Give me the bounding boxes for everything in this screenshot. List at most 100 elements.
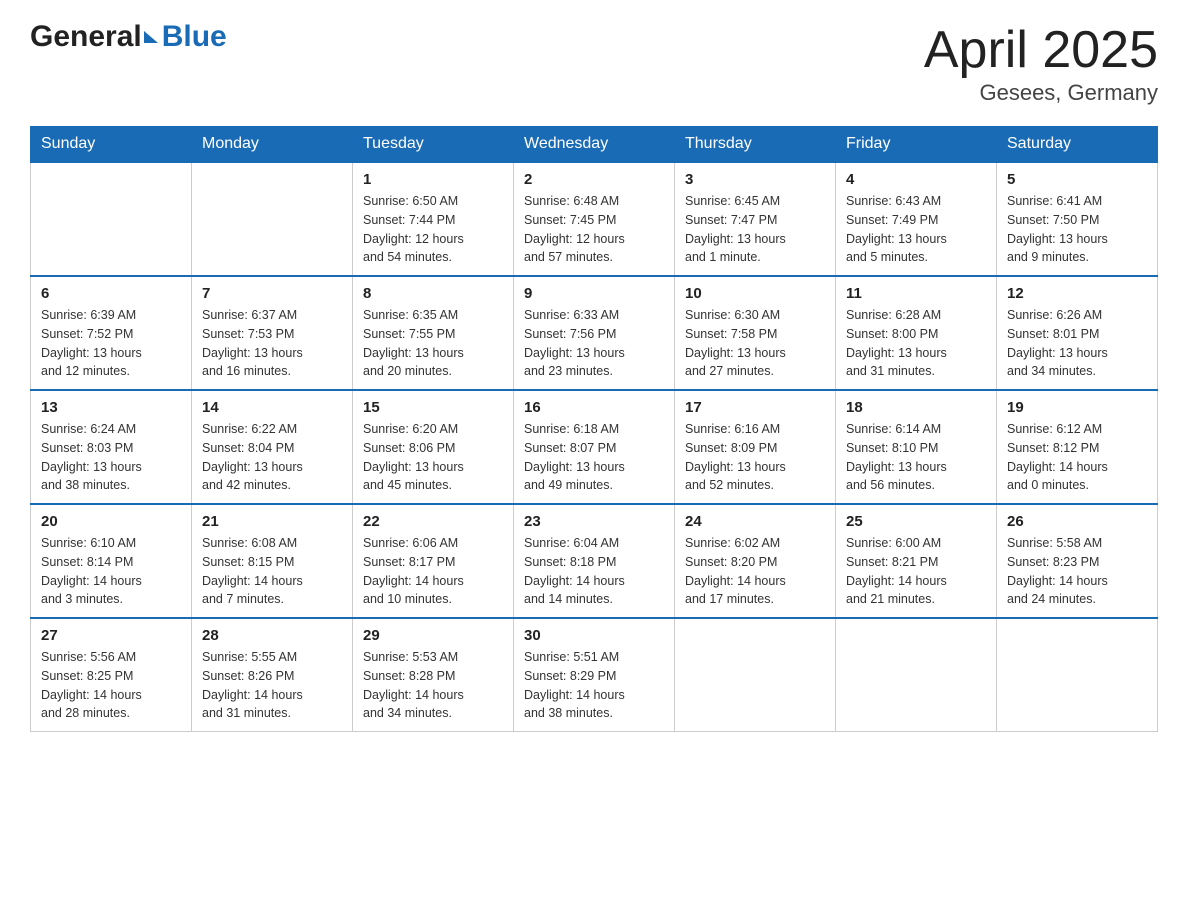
day-number: 22 — [363, 513, 503, 530]
day-number: 8 — [363, 285, 503, 302]
calendar-cell: 10 Sunrise: 6:30 AM Sunset: 7:58 PM Dayli… — [675, 276, 836, 390]
calendar-cell: 14 Sunrise: 6:22 AM Sunset: 8:04 PM Dayli… — [192, 390, 353, 504]
day-number: 1 — [363, 171, 503, 188]
day-info: Sunrise: 6:45 AM Sunset: 7:47 PM Dayligh… — [685, 192, 825, 267]
calendar-cell — [31, 162, 192, 276]
day-number: 13 — [41, 399, 181, 416]
calendar-subtitle: Gesees, Germany — [924, 80, 1158, 106]
day-number: 19 — [1007, 399, 1147, 416]
day-number: 28 — [202, 627, 342, 644]
page-header: General Blue April 2025 Gesees, Germany — [30, 20, 1158, 106]
calendar-cell: 11 Sunrise: 6:28 AM Sunset: 8:00 PM Dayli… — [836, 276, 997, 390]
calendar-cell: 29 Sunrise: 5:53 AM Sunset: 8:28 PM Dayli… — [353, 618, 514, 732]
logo-arrow-icon — [144, 31, 158, 43]
day-info: Sunrise: 6:14 AM Sunset: 8:10 PM Dayligh… — [846, 420, 986, 495]
day-header-sunday: Sunday — [31, 127, 192, 163]
day-number: 27 — [41, 627, 181, 644]
day-info: Sunrise: 6:35 AM Sunset: 7:55 PM Dayligh… — [363, 306, 503, 381]
calendar-week-row: 6Sunrise: 6:39 AM Sunset: 7:52 PM Daylig… — [31, 276, 1158, 390]
day-number: 9 — [524, 285, 664, 302]
day-number: 16 — [524, 399, 664, 416]
calendar-cell: 7 Sunrise: 6:37 AM Sunset: 7:53 PM Daylig… — [192, 276, 353, 390]
calendar-header-row: SundayMondayTuesdayWednesdayThursdayFrid… — [31, 127, 1158, 163]
day-info: Sunrise: 6:28 AM Sunset: 8:00 PM Dayligh… — [846, 306, 986, 381]
calendar-cell: 9 Sunrise: 6:33 AM Sunset: 7:56 PM Daylig… — [514, 276, 675, 390]
calendar-week-row: 27 Sunrise: 5:56 AM Sunset: 8:25 PM Dayli… — [31, 618, 1158, 732]
day-number: 18 — [846, 399, 986, 416]
day-number: 20 — [41, 513, 181, 530]
day-header-monday: Monday — [192, 127, 353, 163]
calendar-cell: 8 Sunrise: 6:35 AM Sunset: 7:55 PM Daylig… — [353, 276, 514, 390]
day-info: Sunrise: 5:58 AM Sunset: 8:23 PM Dayligh… — [1007, 534, 1147, 609]
calendar-cell: 23Sunrise: 6:04 AM Sunset: 8:18 PM Dayli… — [514, 504, 675, 618]
calendar-cell: 28Sunrise: 5:55 AM Sunset: 8:26 PM Dayli… — [192, 618, 353, 732]
day-header-tuesday: Tuesday — [353, 127, 514, 163]
day-number: 21 — [202, 513, 342, 530]
calendar-table: SundayMondayTuesdayWednesdayThursdayFrid… — [30, 126, 1158, 732]
day-info: Sunrise: 6:37 AM Sunset: 7:53 PM Dayligh… — [202, 306, 342, 381]
day-number: 4 — [846, 171, 986, 188]
calendar-cell — [997, 618, 1158, 732]
day-info: Sunrise: 6:22 AM Sunset: 8:04 PM Dayligh… — [202, 420, 342, 495]
day-number: 11 — [846, 285, 986, 302]
calendar-cell: 22 Sunrise: 6:06 AM Sunset: 8:17 PM Dayli… — [353, 504, 514, 618]
calendar-week-row: 1Sunrise: 6:50 AM Sunset: 7:44 PM Daylig… — [31, 162, 1158, 276]
day-number: 29 — [363, 627, 503, 644]
day-number: 17 — [685, 399, 825, 416]
title-area: April 2025 Gesees, Germany — [924, 20, 1158, 106]
day-number: 3 — [685, 171, 825, 188]
calendar-cell: 27 Sunrise: 5:56 AM Sunset: 8:25 PM Dayli… — [31, 618, 192, 732]
calendar-cell: 24 Sunrise: 6:02 AM Sunset: 8:20 PM Dayli… — [675, 504, 836, 618]
day-info: Sunrise: 6:12 AM Sunset: 8:12 PM Dayligh… — [1007, 420, 1147, 495]
day-info: Sunrise: 6:24 AM Sunset: 8:03 PM Dayligh… — [41, 420, 181, 495]
logo-blue-text: Blue — [162, 20, 227, 54]
day-info: Sunrise: 6:06 AM Sunset: 8:17 PM Dayligh… — [363, 534, 503, 609]
calendar-cell — [192, 162, 353, 276]
day-info: Sunrise: 6:00 AM Sunset: 8:21 PM Dayligh… — [846, 534, 986, 609]
calendar-cell: 15 Sunrise: 6:20 AM Sunset: 8:06 PM Dayli… — [353, 390, 514, 504]
logo-general-text: General — [30, 20, 142, 54]
day-number: 10 — [685, 285, 825, 302]
calendar-cell: 20 Sunrise: 6:10 AM Sunset: 8:14 PM Dayli… — [31, 504, 192, 618]
day-number: 30 — [524, 627, 664, 644]
calendar-cell — [836, 618, 997, 732]
calendar-cell: 5Sunrise: 6:41 AM Sunset: 7:50 PM Daylig… — [997, 162, 1158, 276]
day-number: 23 — [524, 513, 664, 530]
day-number: 15 — [363, 399, 503, 416]
day-number: 2 — [524, 171, 664, 188]
day-info: Sunrise: 6:26 AM Sunset: 8:01 PM Dayligh… — [1007, 306, 1147, 381]
calendar-cell: 3 Sunrise: 6:45 AM Sunset: 7:47 PM Daylig… — [675, 162, 836, 276]
day-number: 24 — [685, 513, 825, 530]
calendar-cell: 1Sunrise: 6:50 AM Sunset: 7:44 PM Daylig… — [353, 162, 514, 276]
calendar-cell: 17 Sunrise: 6:16 AM Sunset: 8:09 PM Dayli… — [675, 390, 836, 504]
day-info: Sunrise: 6:08 AM Sunset: 8:15 PM Dayligh… — [202, 534, 342, 609]
day-info: Sunrise: 5:51 AM Sunset: 8:29 PM Dayligh… — [524, 648, 664, 723]
calendar-cell: 26Sunrise: 5:58 AM Sunset: 8:23 PM Dayli… — [997, 504, 1158, 618]
day-info: Sunrise: 6:20 AM Sunset: 8:06 PM Dayligh… — [363, 420, 503, 495]
calendar-cell: 16Sunrise: 6:18 AM Sunset: 8:07 PM Dayli… — [514, 390, 675, 504]
calendar-week-row: 20 Sunrise: 6:10 AM Sunset: 8:14 PM Dayli… — [31, 504, 1158, 618]
day-number: 25 — [846, 513, 986, 530]
calendar-cell: 2Sunrise: 6:48 AM Sunset: 7:45 PM Daylig… — [514, 162, 675, 276]
day-header-friday: Friday — [836, 127, 997, 163]
day-info: Sunrise: 6:43 AM Sunset: 7:49 PM Dayligh… — [846, 192, 986, 267]
calendar-cell: 13 Sunrise: 6:24 AM Sunset: 8:03 PM Dayli… — [31, 390, 192, 504]
day-info: Sunrise: 6:16 AM Sunset: 8:09 PM Dayligh… — [685, 420, 825, 495]
day-info: Sunrise: 5:56 AM Sunset: 8:25 PM Dayligh… — [41, 648, 181, 723]
calendar-title: April 2025 — [924, 20, 1158, 80]
day-info: Sunrise: 6:02 AM Sunset: 8:20 PM Dayligh… — [685, 534, 825, 609]
day-number: 6 — [41, 285, 181, 302]
day-info: Sunrise: 6:33 AM Sunset: 7:56 PM Dayligh… — [524, 306, 664, 381]
calendar-cell: 18 Sunrise: 6:14 AM Sunset: 8:10 PM Dayli… — [836, 390, 997, 504]
day-header-wednesday: Wednesday — [514, 127, 675, 163]
day-number: 5 — [1007, 171, 1147, 188]
calendar-cell: 25 Sunrise: 6:00 AM Sunset: 8:21 PM Dayli… — [836, 504, 997, 618]
day-info: Sunrise: 6:10 AM Sunset: 8:14 PM Dayligh… — [41, 534, 181, 609]
day-number: 7 — [202, 285, 342, 302]
calendar-cell: 6Sunrise: 6:39 AM Sunset: 7:52 PM Daylig… — [31, 276, 192, 390]
calendar-week-row: 13 Sunrise: 6:24 AM Sunset: 8:03 PM Dayli… — [31, 390, 1158, 504]
day-info: Sunrise: 5:53 AM Sunset: 8:28 PM Dayligh… — [363, 648, 503, 723]
day-header-thursday: Thursday — [675, 127, 836, 163]
day-info: Sunrise: 6:30 AM Sunset: 7:58 PM Dayligh… — [685, 306, 825, 381]
day-number: 14 — [202, 399, 342, 416]
